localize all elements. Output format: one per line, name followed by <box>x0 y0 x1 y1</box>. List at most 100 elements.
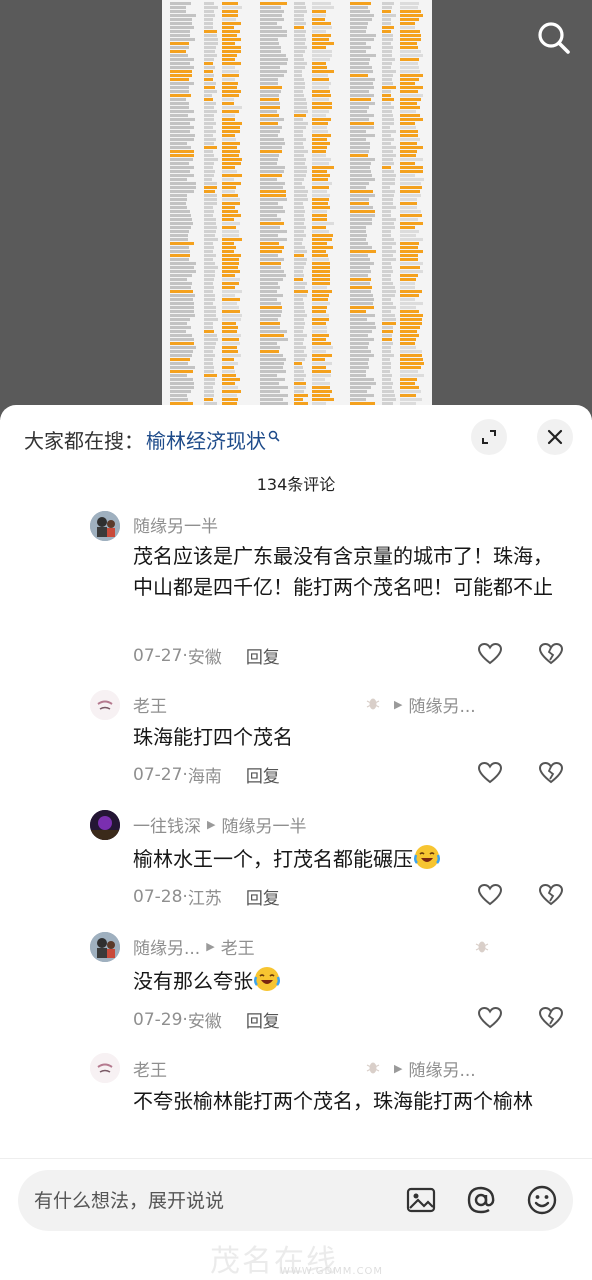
reply-button[interactable]: 回复 <box>246 643 280 668</box>
sheet-cell <box>400 366 421 369</box>
sheet-row <box>162 178 432 181</box>
heart-icon[interactable] <box>477 641 503 667</box>
sheet-row <box>162 238 432 241</box>
sheet-cell <box>350 298 374 301</box>
sheet-cell <box>382 270 394 273</box>
reply-arrow-icon: ▶ <box>394 1062 403 1075</box>
avatar[interactable] <box>90 1053 120 1083</box>
sheet-cell <box>170 318 191 321</box>
reply-to-username[interactable]: 随缘另... <box>408 1056 475 1081</box>
sheet-cell <box>170 342 194 345</box>
sheet-cell <box>204 146 217 149</box>
image-icon[interactable] <box>405 1184 437 1216</box>
sheet-cell <box>400 318 422 321</box>
sheet-cell <box>294 178 304 181</box>
sheet-row <box>162 10 432 13</box>
sheet-cell <box>170 182 196 185</box>
sheet-cell <box>170 374 188 377</box>
username[interactable]: 一往钱深 <box>133 812 201 837</box>
sheet-cell <box>204 338 218 341</box>
sheet-cell <box>382 378 392 381</box>
sheet-cell <box>350 290 371 293</box>
sheet-cell <box>222 134 235 137</box>
sheet-cell <box>204 30 217 33</box>
sheet-cell <box>400 10 421 13</box>
username[interactable]: 随缘另... <box>133 934 200 959</box>
sheet-cell <box>260 370 287 373</box>
sheet-cell <box>312 334 329 337</box>
sheet-cell <box>222 262 239 265</box>
reply-to-username[interactable]: 随缘另... <box>408 692 475 717</box>
heart-icon[interactable] <box>477 760 503 786</box>
sheet-cell <box>382 254 393 257</box>
heart-icon[interactable] <box>477 882 503 908</box>
reply-button[interactable]: 回复 <box>246 762 280 787</box>
post-image[interactable] <box>0 0 592 420</box>
sheet-cell <box>222 126 241 129</box>
sheet-cell <box>260 338 288 341</box>
search-icon[interactable] <box>534 18 574 58</box>
avatar[interactable] <box>90 810 120 840</box>
sheet-cell <box>222 366 235 369</box>
username[interactable]: 老王 <box>133 692 167 717</box>
sheet-row <box>162 226 432 229</box>
reply-to-username[interactable]: 随缘另一半 <box>221 812 306 837</box>
heart-icon[interactable] <box>477 1005 503 1031</box>
sheet-cell <box>222 398 239 401</box>
comment-input-bar <box>18 1170 573 1231</box>
sheet-cell <box>294 214 305 217</box>
sheet-cell <box>382 70 396 73</box>
sheet-cell <box>204 10 214 13</box>
sheet-cell <box>294 102 307 105</box>
sheet-cell <box>312 2 331 5</box>
search-suggestion[interactable]: 大家都在搜： 榆林经济现状 <box>24 425 280 454</box>
sheet-cell <box>222 394 238 397</box>
sheet-cell <box>204 214 214 217</box>
sheet-cell <box>260 278 283 281</box>
sheet-cell <box>294 350 304 353</box>
sheet-cell <box>222 202 240 205</box>
sheet-cell <box>222 342 240 345</box>
sheet-cell <box>382 318 396 321</box>
sheet-cell <box>382 298 392 301</box>
sheet-cell <box>294 282 308 285</box>
sheet-row <box>162 162 432 165</box>
sheet-cell <box>350 326 376 329</box>
sheet-row <box>162 126 432 129</box>
sheet-cell <box>312 146 327 149</box>
smile-emoji-icon[interactable] <box>526 1184 558 1216</box>
reply-button[interactable]: 回复 <box>246 884 280 909</box>
sheet-cell <box>350 222 372 225</box>
comment-text: 榆林水王一个，打茂名都能碾压 <box>133 843 569 875</box>
avatar[interactable] <box>90 511 120 541</box>
sheet-cell <box>222 106 242 109</box>
sheet-row <box>162 366 432 369</box>
username[interactable]: 随缘另一半 <box>133 512 218 537</box>
broken-heart-icon[interactable] <box>538 641 564 667</box>
sheet-cell <box>382 218 396 221</box>
username[interactable]: 老王 <box>133 1056 167 1081</box>
sheet-cell <box>350 50 366 53</box>
broken-heart-icon[interactable] <box>538 1005 564 1031</box>
sheet-cell <box>382 310 391 313</box>
reply-button[interactable]: 回复 <box>246 1007 280 1032</box>
avatar[interactable] <box>90 932 120 962</box>
sheet-cell <box>170 14 196 17</box>
broken-heart-icon[interactable] <box>538 760 564 786</box>
sheet-cell <box>260 210 286 213</box>
sheet-row <box>162 18 432 21</box>
comment-input[interactable] <box>34 1170 394 1231</box>
suggestion-keyword[interactable]: 榆林经济现状 <box>146 425 266 454</box>
sheet-cell <box>350 78 375 81</box>
avatar[interactable] <box>90 690 120 720</box>
close-button[interactable] <box>537 419 573 455</box>
reply-to-username[interactable]: 老王 <box>221 934 255 959</box>
sheet-cell <box>294 194 307 197</box>
sheet-row <box>162 306 432 309</box>
broken-heart-icon[interactable] <box>538 882 564 908</box>
sheet-cell <box>400 182 422 185</box>
sheet-cell <box>294 170 307 173</box>
expand-button[interactable] <box>471 419 507 455</box>
at-mention-icon[interactable] <box>465 1184 497 1216</box>
sheet-cell <box>400 346 417 349</box>
